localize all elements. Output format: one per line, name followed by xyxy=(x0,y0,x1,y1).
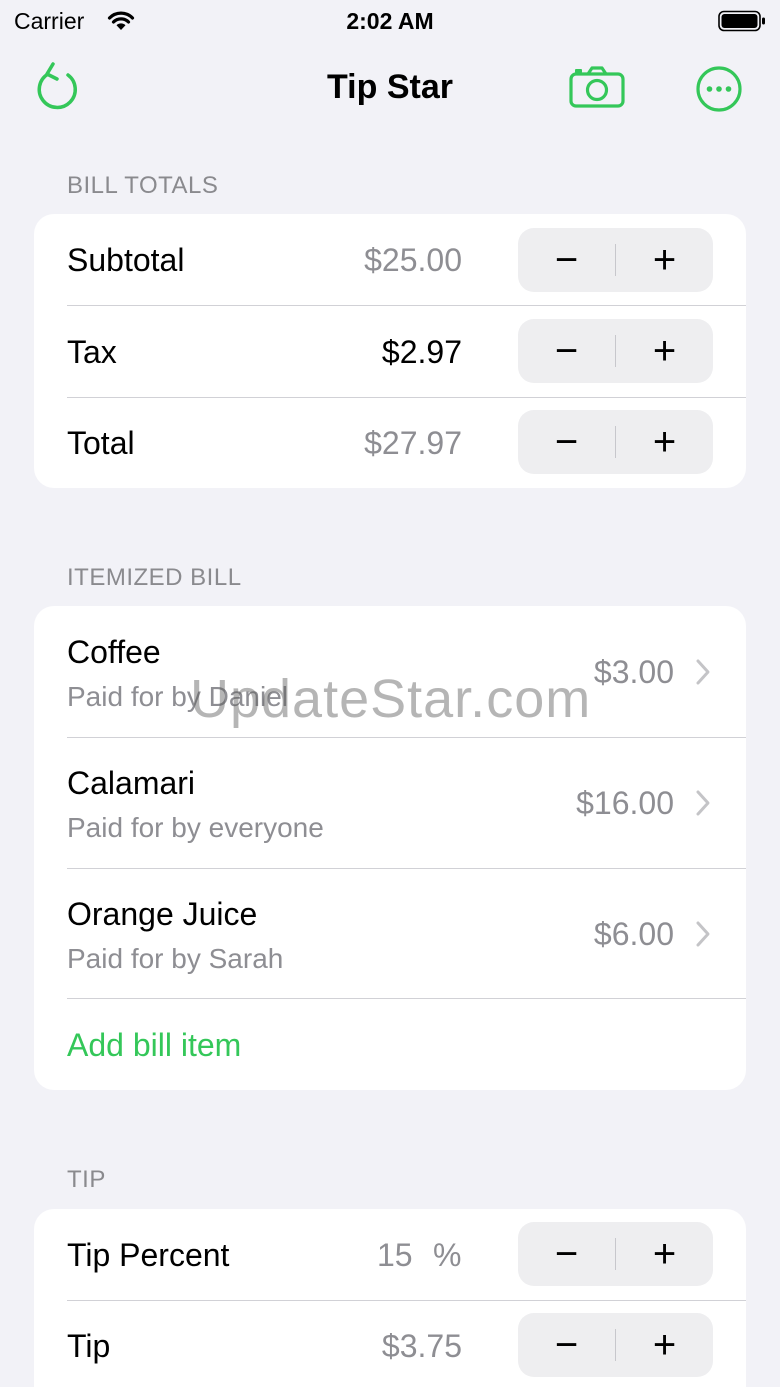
tip-increment-button[interactable]: + xyxy=(616,1313,713,1377)
tip-percent-increment-button[interactable]: + xyxy=(616,1222,713,1286)
tax-row: Tax $2.97 − + xyxy=(34,306,746,397)
chevron-right-icon xyxy=(696,790,710,816)
tip-value: $3.75 xyxy=(381,1328,462,1364)
tip-percent-row: Tip Percent 15 % − + xyxy=(34,1209,746,1300)
total-increment-button[interactable]: + xyxy=(616,410,713,474)
bill-item-price: $6.00 xyxy=(593,916,674,952)
status-bar: Carrier 2:02 AM xyxy=(0,0,780,44)
more-icon xyxy=(696,66,742,112)
battery-icon xyxy=(718,10,765,32)
camera-icon xyxy=(569,66,625,108)
subtotal-increment-button[interactable]: + xyxy=(616,228,713,292)
tip-decrement-button[interactable]: − xyxy=(518,1313,615,1377)
tip-card: Tip Percent 15 % − + Tip $3.75 − + xyxy=(34,1209,746,1387)
tip-label: Tip xyxy=(67,1328,111,1364)
bill-item-title: Orange Juice xyxy=(67,896,258,932)
section-header-itemized-bill: ITEMIZED BILL xyxy=(67,564,242,591)
tip-percent-stepper: − + xyxy=(518,1222,713,1286)
chevron-right-icon xyxy=(696,659,710,685)
itemized-bill-card: Coffee Paid for by Daniel $3.00 Calamari… xyxy=(34,606,746,1090)
total-value: $27.97 xyxy=(364,425,462,461)
bill-item-title: Coffee xyxy=(67,634,161,670)
chevron-right-icon xyxy=(696,921,710,947)
subtotal-row: Subtotal $25.00 − + xyxy=(34,214,746,305)
tax-value[interactable]: $2.97 xyxy=(382,334,462,371)
subtotal-stepper: − + xyxy=(518,228,713,292)
tax-label: Tax xyxy=(67,334,117,370)
percent-sign: % xyxy=(433,1237,462,1273)
subtotal-label: Subtotal xyxy=(67,242,185,278)
bill-item-subtitle: Paid for by Daniel xyxy=(67,681,289,712)
section-header-bill-totals: BILL TOTALS xyxy=(67,172,219,199)
subtotal-value: $25.00 xyxy=(364,242,462,278)
section-header-tip: TIP xyxy=(67,1166,106,1193)
nav-bar: Tip Star xyxy=(0,54,780,124)
tip-percent-label: Tip Percent xyxy=(67,1237,230,1273)
bill-totals-card: Subtotal $25.00 − + Tax $2.97 − + Total … xyxy=(34,214,746,488)
bill-item-subtitle: Paid for by everyone xyxy=(67,812,324,843)
bill-item-row[interactable]: Calamari Paid for by everyone $16.00 xyxy=(34,738,746,868)
bill-item-subtitle: Paid for by Sarah xyxy=(67,943,284,974)
subtotal-decrement-button[interactable]: − xyxy=(518,228,615,292)
tax-increment-button[interactable]: + xyxy=(616,319,713,383)
add-bill-item-link[interactable]: Add bill item xyxy=(67,1027,241,1064)
total-row: Total $27.97 − + xyxy=(34,398,746,488)
tax-decrement-button[interactable]: − xyxy=(518,319,615,383)
add-bill-item-row: Add bill item xyxy=(34,999,746,1090)
tip-percent-decrement-button[interactable]: − xyxy=(518,1222,615,1286)
bill-item-price: $16.00 xyxy=(576,785,674,821)
bill-item-title: Calamari xyxy=(67,765,196,801)
page-title: Tip Star xyxy=(327,68,453,106)
tip-stepper: − + xyxy=(518,1313,713,1377)
more-button[interactable] xyxy=(694,64,744,114)
bill-item-price: $3.00 xyxy=(593,654,674,690)
bill-item-row[interactable]: Coffee Paid for by Daniel $3.00 xyxy=(34,606,746,737)
total-decrement-button[interactable]: − xyxy=(518,410,615,474)
total-stepper: − + xyxy=(518,410,713,474)
bill-item-row[interactable]: Orange Juice Paid for by Sarah $6.00 xyxy=(34,869,746,999)
tip-percent-value[interactable]: 15 xyxy=(377,1237,413,1274)
tax-stepper: − + xyxy=(518,319,713,383)
clock: 2:02 AM xyxy=(346,8,434,34)
tip-row: Tip $3.75 − + xyxy=(34,1301,746,1387)
total-label: Total xyxy=(67,425,135,461)
camera-button[interactable] xyxy=(566,64,628,110)
